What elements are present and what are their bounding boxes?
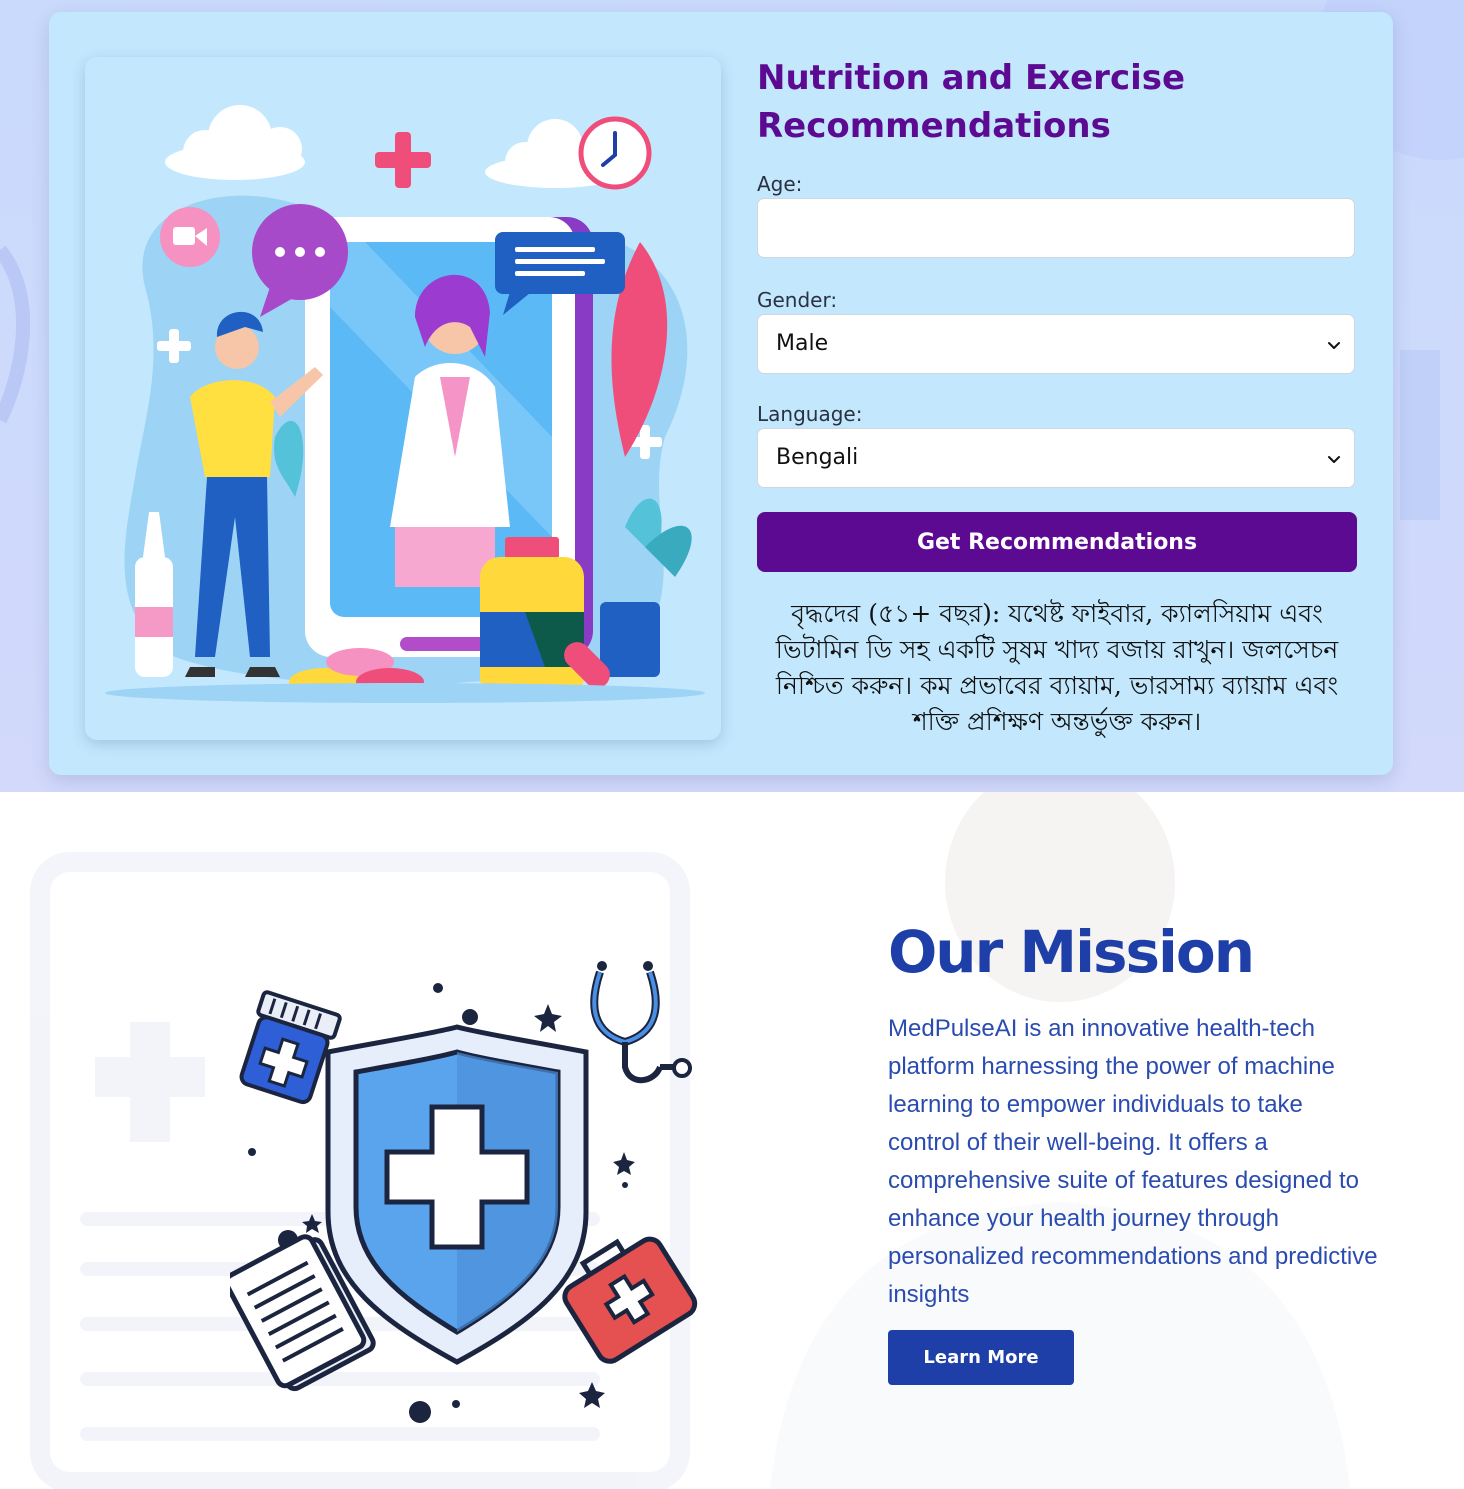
gender-select[interactable]: Male xyxy=(757,314,1355,374)
recommendation-result: বৃদ্ধদের (৫১+ বছর): যথেষ্ট ফাইবার, ক্যাল… xyxy=(775,599,1339,736)
age-field-wrapper xyxy=(757,198,1355,258)
form-title: Nutrition and Exercise Recommendations xyxy=(757,58,1186,146)
gender-label: Gender: xyxy=(757,288,838,312)
learn-more-button[interactable]: Learn More xyxy=(888,1330,1074,1385)
get-recommendations-button[interactable]: Get Recommendations xyxy=(757,512,1357,572)
language-selected-value: Bengali xyxy=(776,445,859,470)
doctor-video-call-illustration xyxy=(105,105,705,703)
telemedicine-illustration xyxy=(85,57,721,740)
recommendation-section: Nutrition and Exercise Recommendations A… xyxy=(0,0,1464,792)
medical-shield-illustration xyxy=(230,961,698,1423)
mission-section: Our Mission MedPulseAI is an innovative … xyxy=(0,792,1464,1489)
age-label: Age: xyxy=(757,172,803,196)
mission-title: Our Mission xyxy=(888,918,1255,986)
age-input[interactable] xyxy=(758,199,1354,257)
language-select[interactable]: Bengali xyxy=(757,428,1355,488)
chevron-down-icon xyxy=(1328,342,1340,349)
chevron-down-icon xyxy=(1328,456,1340,463)
language-label: Language: xyxy=(757,402,863,426)
gender-selected-value: Male xyxy=(776,331,829,356)
recommendation-card: Nutrition and Exercise Recommendations A… xyxy=(49,12,1393,775)
mission-description: MedPulseAI is an innovative health-tech … xyxy=(888,1015,1378,1308)
